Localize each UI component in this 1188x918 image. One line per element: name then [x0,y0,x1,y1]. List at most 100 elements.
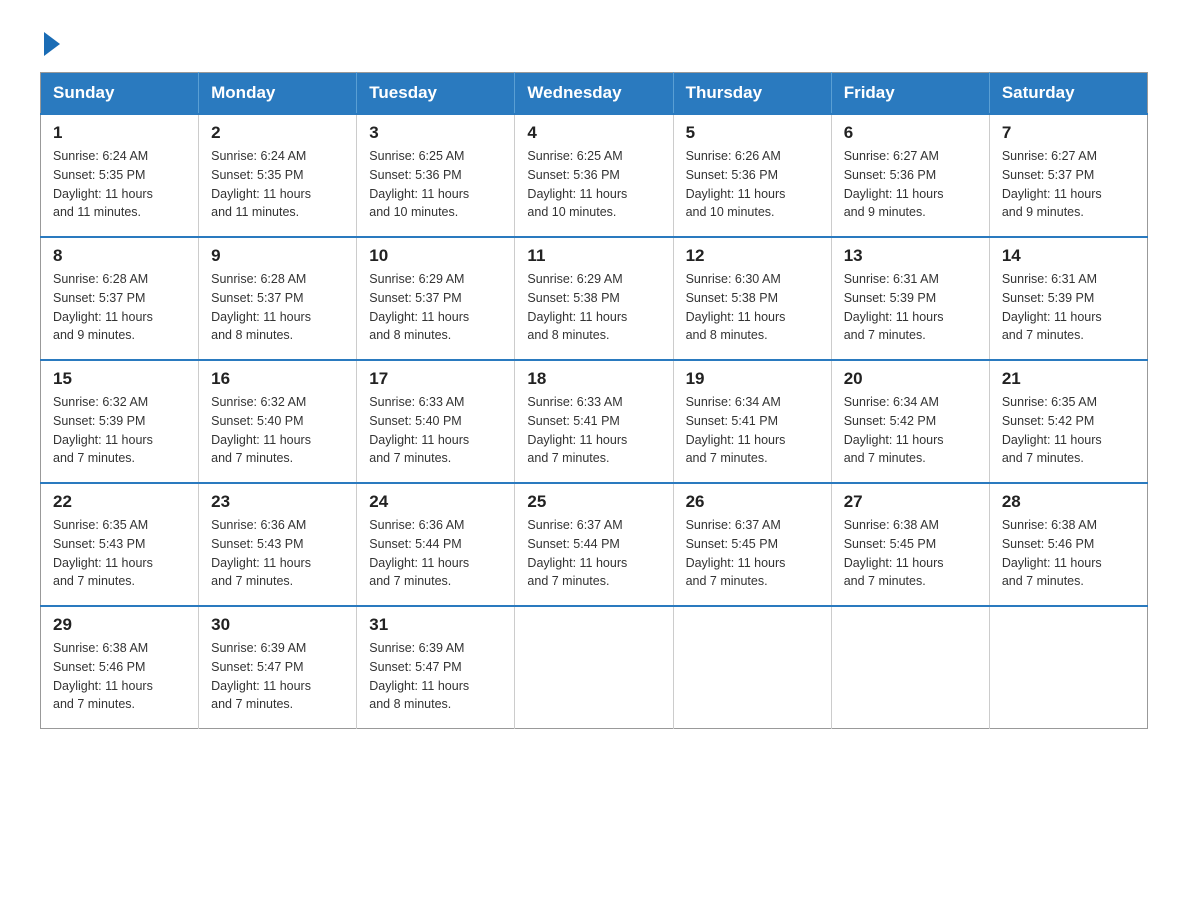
calendar-cell: 7 Sunrise: 6:27 AM Sunset: 5:37 PM Dayli… [989,114,1147,237]
calendar-cell: 9 Sunrise: 6:28 AM Sunset: 5:37 PM Dayli… [199,237,357,360]
day-number: 19 [686,369,819,389]
calendar-cell: 3 Sunrise: 6:25 AM Sunset: 5:36 PM Dayli… [357,114,515,237]
day-number: 28 [1002,492,1135,512]
col-header-sunday: Sunday [41,73,199,115]
calendar-cell: 30 Sunrise: 6:39 AM Sunset: 5:47 PM Dayl… [199,606,357,729]
day-info: Sunrise: 6:36 AM Sunset: 5:44 PM Dayligh… [369,516,502,591]
calendar-header-row: SundayMondayTuesdayWednesdayThursdayFrid… [41,73,1148,115]
day-info: Sunrise: 6:28 AM Sunset: 5:37 PM Dayligh… [53,270,186,345]
day-info: Sunrise: 6:32 AM Sunset: 5:40 PM Dayligh… [211,393,344,468]
calendar-cell: 16 Sunrise: 6:32 AM Sunset: 5:40 PM Dayl… [199,360,357,483]
col-header-friday: Friday [831,73,989,115]
day-info: Sunrise: 6:26 AM Sunset: 5:36 PM Dayligh… [686,147,819,222]
day-number: 18 [527,369,660,389]
calendar-cell: 2 Sunrise: 6:24 AM Sunset: 5:35 PM Dayli… [199,114,357,237]
calendar-cell: 20 Sunrise: 6:34 AM Sunset: 5:42 PM Dayl… [831,360,989,483]
calendar-cell: 18 Sunrise: 6:33 AM Sunset: 5:41 PM Dayl… [515,360,673,483]
calendar-cell: 13 Sunrise: 6:31 AM Sunset: 5:39 PM Dayl… [831,237,989,360]
day-number: 20 [844,369,977,389]
calendar-cell [515,606,673,729]
day-info: Sunrise: 6:35 AM Sunset: 5:42 PM Dayligh… [1002,393,1135,468]
day-number: 16 [211,369,344,389]
day-number: 4 [527,123,660,143]
day-info: Sunrise: 6:28 AM Sunset: 5:37 PM Dayligh… [211,270,344,345]
day-number: 27 [844,492,977,512]
day-info: Sunrise: 6:39 AM Sunset: 5:47 PM Dayligh… [211,639,344,714]
calendar-cell: 12 Sunrise: 6:30 AM Sunset: 5:38 PM Dayl… [673,237,831,360]
day-number: 7 [1002,123,1135,143]
calendar-cell [989,606,1147,729]
day-info: Sunrise: 6:37 AM Sunset: 5:44 PM Dayligh… [527,516,660,591]
day-number: 30 [211,615,344,635]
calendar-cell: 11 Sunrise: 6:29 AM Sunset: 5:38 PM Dayl… [515,237,673,360]
day-number: 3 [369,123,502,143]
day-number: 17 [369,369,502,389]
calendar-cell: 1 Sunrise: 6:24 AM Sunset: 5:35 PM Dayli… [41,114,199,237]
day-info: Sunrise: 6:33 AM Sunset: 5:41 PM Dayligh… [527,393,660,468]
day-info: Sunrise: 6:37 AM Sunset: 5:45 PM Dayligh… [686,516,819,591]
calendar-cell: 27 Sunrise: 6:38 AM Sunset: 5:45 PM Dayl… [831,483,989,606]
day-info: Sunrise: 6:33 AM Sunset: 5:40 PM Dayligh… [369,393,502,468]
calendar-cell: 19 Sunrise: 6:34 AM Sunset: 5:41 PM Dayl… [673,360,831,483]
calendar-cell: 15 Sunrise: 6:32 AM Sunset: 5:39 PM Dayl… [41,360,199,483]
day-number: 5 [686,123,819,143]
col-header-tuesday: Tuesday [357,73,515,115]
day-number: 29 [53,615,186,635]
calendar-cell: 4 Sunrise: 6:25 AM Sunset: 5:36 PM Dayli… [515,114,673,237]
day-info: Sunrise: 6:29 AM Sunset: 5:38 PM Dayligh… [527,270,660,345]
day-info: Sunrise: 6:38 AM Sunset: 5:46 PM Dayligh… [1002,516,1135,591]
calendar-cell: 28 Sunrise: 6:38 AM Sunset: 5:46 PM Dayl… [989,483,1147,606]
day-number: 8 [53,246,186,266]
day-number: 24 [369,492,502,512]
calendar-cell: 10 Sunrise: 6:29 AM Sunset: 5:37 PM Dayl… [357,237,515,360]
day-info: Sunrise: 6:31 AM Sunset: 5:39 PM Dayligh… [844,270,977,345]
day-number: 25 [527,492,660,512]
day-info: Sunrise: 6:39 AM Sunset: 5:47 PM Dayligh… [369,639,502,714]
col-header-thursday: Thursday [673,73,831,115]
calendar-cell: 22 Sunrise: 6:35 AM Sunset: 5:43 PM Dayl… [41,483,199,606]
calendar-cell: 29 Sunrise: 6:38 AM Sunset: 5:46 PM Dayl… [41,606,199,729]
day-info: Sunrise: 6:36 AM Sunset: 5:43 PM Dayligh… [211,516,344,591]
day-info: Sunrise: 6:34 AM Sunset: 5:42 PM Dayligh… [844,393,977,468]
day-info: Sunrise: 6:24 AM Sunset: 5:35 PM Dayligh… [211,147,344,222]
day-number: 2 [211,123,344,143]
day-number: 10 [369,246,502,266]
calendar-cell [831,606,989,729]
calendar-week-row: 8 Sunrise: 6:28 AM Sunset: 5:37 PM Dayli… [41,237,1148,360]
calendar-cell: 6 Sunrise: 6:27 AM Sunset: 5:36 PM Dayli… [831,114,989,237]
calendar-cell: 26 Sunrise: 6:37 AM Sunset: 5:45 PM Dayl… [673,483,831,606]
day-info: Sunrise: 6:25 AM Sunset: 5:36 PM Dayligh… [369,147,502,222]
day-info: Sunrise: 6:32 AM Sunset: 5:39 PM Dayligh… [53,393,186,468]
calendar-week-row: 22 Sunrise: 6:35 AM Sunset: 5:43 PM Dayl… [41,483,1148,606]
calendar-week-row: 1 Sunrise: 6:24 AM Sunset: 5:35 PM Dayli… [41,114,1148,237]
day-info: Sunrise: 6:30 AM Sunset: 5:38 PM Dayligh… [686,270,819,345]
day-number: 6 [844,123,977,143]
day-info: Sunrise: 6:25 AM Sunset: 5:36 PM Dayligh… [527,147,660,222]
day-number: 21 [1002,369,1135,389]
calendar-cell: 17 Sunrise: 6:33 AM Sunset: 5:40 PM Dayl… [357,360,515,483]
col-header-monday: Monday [199,73,357,115]
day-number: 23 [211,492,344,512]
day-info: Sunrise: 6:24 AM Sunset: 5:35 PM Dayligh… [53,147,186,222]
day-number: 14 [1002,246,1135,266]
day-info: Sunrise: 6:35 AM Sunset: 5:43 PM Dayligh… [53,516,186,591]
day-number: 31 [369,615,502,635]
page-header [40,30,1148,52]
day-number: 9 [211,246,344,266]
day-info: Sunrise: 6:38 AM Sunset: 5:46 PM Dayligh… [53,639,186,714]
calendar-cell: 25 Sunrise: 6:37 AM Sunset: 5:44 PM Dayl… [515,483,673,606]
day-info: Sunrise: 6:27 AM Sunset: 5:36 PM Dayligh… [844,147,977,222]
day-number: 26 [686,492,819,512]
calendar-cell: 23 Sunrise: 6:36 AM Sunset: 5:43 PM Dayl… [199,483,357,606]
day-number: 22 [53,492,186,512]
day-number: 12 [686,246,819,266]
calendar-week-row: 29 Sunrise: 6:38 AM Sunset: 5:46 PM Dayl… [41,606,1148,729]
calendar-cell: 31 Sunrise: 6:39 AM Sunset: 5:47 PM Dayl… [357,606,515,729]
day-number: 1 [53,123,186,143]
calendar-cell: 14 Sunrise: 6:31 AM Sunset: 5:39 PM Dayl… [989,237,1147,360]
day-number: 15 [53,369,186,389]
col-header-saturday: Saturday [989,73,1147,115]
day-number: 13 [844,246,977,266]
col-header-wednesday: Wednesday [515,73,673,115]
day-info: Sunrise: 6:27 AM Sunset: 5:37 PM Dayligh… [1002,147,1135,222]
